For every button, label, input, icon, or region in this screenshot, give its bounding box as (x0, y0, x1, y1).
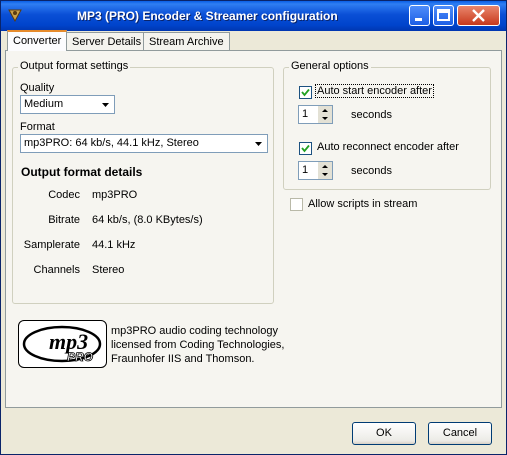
close-button[interactable] (457, 5, 500, 26)
title-bar[interactable]: MP3 (PRO) Encoder & Streamer configurati… (1, 1, 506, 31)
allow-scripts-checkbox[interactable] (290, 198, 303, 211)
chevron-down-icon[interactable] (251, 136, 266, 151)
license-line-3: Fraunhofer IIS and Thomson. (111, 353, 255, 365)
auto-start-unit: seconds (351, 109, 392, 121)
bitrate-label: Bitrate (48, 214, 80, 226)
samplerate-label: Samplerate (23, 239, 80, 251)
allow-scripts-label[interactable]: Allow scripts in stream (308, 198, 417, 210)
channels-value: Stereo (92, 264, 125, 276)
channels-label: Channels (33, 264, 80, 276)
quality-value: Medium (24, 98, 64, 110)
tab-stream-archive[interactable]: Stream Archive (143, 32, 230, 51)
general-options-group-label: General options (289, 60, 371, 72)
spin-down-icon[interactable] (318, 171, 332, 179)
license-line-1: mp3PRO audio coding technology (111, 325, 278, 337)
auto-reconnect-value: 1 (302, 164, 309, 176)
auto-reconnect-checkbox[interactable] (299, 142, 312, 155)
quality-label: Quality (20, 82, 55, 94)
format-label: Format (20, 121, 55, 133)
auto-start-value: 1 (302, 108, 309, 120)
maximize-icon (437, 9, 450, 21)
output-format-group: Output format settings Quality Medium Fo… (12, 60, 274, 304)
spin-up-icon[interactable] (318, 106, 332, 114)
auto-reconnect-unit: seconds (351, 165, 392, 177)
config-window: MP3 (PRO) Encoder & Streamer configurati… (0, 0, 507, 455)
general-options-group: General options Auto start encoder after… (283, 60, 491, 190)
mp3pro-logo-graphic: mp3 PRO (22, 325, 102, 364)
bitrate-value: 64 kb/s, (8.0 KBytes/s) (92, 214, 203, 226)
window-title: MP3 (PRO) Encoder & Streamer configurati… (77, 9, 338, 23)
auto-start-checkbox[interactable] (299, 86, 312, 99)
codec-label: Codec (48, 189, 80, 201)
auto-reconnect-label[interactable]: Auto reconnect encoder after (317, 141, 459, 153)
minimize-button[interactable] (409, 5, 430, 26)
tab-server-details[interactable]: Server Details (66, 32, 148, 51)
details-heading: Output format details (21, 165, 143, 179)
ok-button[interactable]: OK (352, 422, 416, 445)
samplerate-value: 44.1 kHz (92, 239, 136, 251)
tab-converter[interactable]: Converter (7, 30, 68, 51)
codec-value: mp3PRO (92, 189, 138, 201)
converter-panel: Output format settings Quality Medium Fo… (5, 50, 502, 408)
app-icon (8, 9, 22, 23)
format-value: mp3PRO: 64 kb/s, 44.1 kHz, Stereo (24, 137, 199, 149)
auto-start-spinner[interactable]: 1 (298, 105, 333, 124)
checkmark-icon (301, 88, 310, 97)
spin-up-icon[interactable] (318, 162, 332, 170)
maximize-button[interactable] (433, 5, 454, 26)
format-select[interactable]: mp3PRO: 64 kb/s, 44.1 kHz, Stereo (20, 134, 268, 153)
chevron-down-icon[interactable] (98, 97, 113, 112)
cancel-button[interactable]: Cancel (428, 422, 492, 445)
auto-reconnect-spinner[interactable]: 1 (298, 161, 333, 180)
auto-start-label[interactable]: Auto start encoder after (315, 84, 434, 98)
mp3pro-logo: mp3 PRO (18, 320, 107, 368)
license-line-2: licensed from Coding Technologies, (111, 339, 285, 351)
output-format-group-label: Output format settings (18, 60, 131, 72)
minimize-icon (415, 18, 422, 21)
spin-down-icon[interactable] (318, 115, 332, 123)
checkmark-icon (301, 144, 310, 153)
quality-select[interactable]: Medium (20, 95, 115, 114)
svg-text:PRO: PRO (67, 350, 94, 364)
close-icon (472, 9, 485, 22)
